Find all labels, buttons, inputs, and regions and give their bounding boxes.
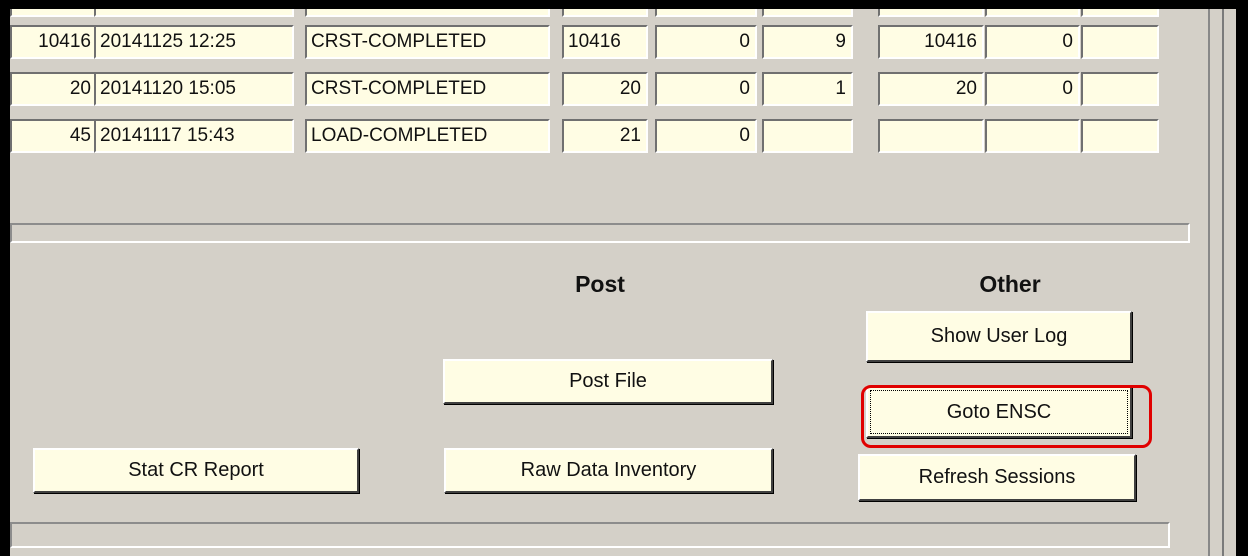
table-cell[interactable] [10,9,98,17]
table-cell-value[interactable]: 0 [985,25,1080,59]
table-cell[interactable] [985,9,1080,17]
table-cell-count[interactable]: 45 [10,119,98,153]
table-cell[interactable] [305,9,550,17]
stat-cr-report-button[interactable]: Stat CR Report [33,448,359,493]
table-cell-value[interactable]: 20 [878,72,984,106]
table-cell-value[interactable]: 0 [985,72,1080,106]
table-cell-status[interactable]: CRST-COMPLETED [305,25,550,59]
table-cell-value[interactable]: 1 [762,72,853,106]
post-file-button[interactable]: Post File [443,359,773,404]
goto-ensc-button[interactable]: Goto ENSC [866,386,1132,438]
table-cell-value[interactable]: 10416 [562,25,648,59]
table-cell-datetime[interactable]: 20141125 12:25 [94,25,294,59]
table-cell-value[interactable]: 9 [762,25,853,59]
table-cell[interactable] [762,9,853,17]
table-cell-datetime[interactable]: 20141117 15:43 [94,119,294,153]
table-cell-value[interactable]: 0 [655,119,757,153]
status-bar [10,522,1170,548]
table-cell-datetime[interactable]: 20141120 15:05 [94,72,294,106]
section-divider [10,223,1190,243]
table-cell-count[interactable]: 10416 [10,25,98,59]
show-user-log-button[interactable]: Show User Log [866,311,1132,362]
table-cell-value[interactable] [1081,72,1159,106]
raw-data-inventory-button[interactable]: Raw Data Inventory [444,448,773,493]
table-cell-value[interactable]: 0 [655,25,757,59]
app-window: 10416 20141125 12:25 CRST-COMPLETED 1041… [0,0,1245,556]
table-cell[interactable] [562,9,648,17]
table-cell-value[interactable] [985,119,1080,153]
table-cell-count[interactable]: 20 [10,72,98,106]
table-cell-value[interactable] [1081,25,1159,59]
table-cell[interactable] [878,9,984,17]
table-cell-status[interactable]: LOAD-COMPLETED [305,119,550,153]
window-border [1236,0,1248,556]
table-cell-value[interactable]: 0 [655,72,757,106]
refresh-sessions-button[interactable]: Refresh Sessions [858,454,1136,501]
table-cell-value[interactable]: 10416 [878,25,984,59]
table-cell[interactable] [94,9,294,17]
table-cell-value[interactable] [1081,119,1159,153]
post-section-heading: Post [575,271,625,297]
table-cell-value[interactable]: 21 [562,119,648,153]
table-cell-status[interactable]: CRST-COMPLETED [305,72,550,106]
other-section-heading: Other [979,271,1041,297]
table-cell-value[interactable] [762,119,853,153]
table-cell[interactable] [655,9,757,17]
table-cell-value[interactable] [878,119,984,153]
table-cell[interactable] [1081,9,1159,17]
table-cell-value[interactable]: 20 [562,72,648,106]
